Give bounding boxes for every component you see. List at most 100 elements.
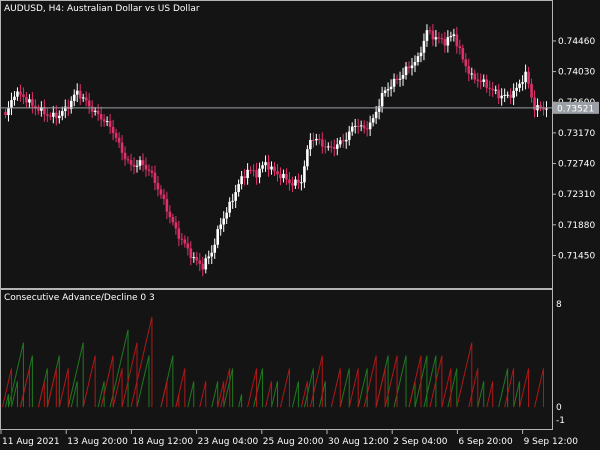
candle-body xyxy=(297,179,300,183)
candle-body xyxy=(404,66,408,75)
candle-body xyxy=(428,30,432,32)
candle-body xyxy=(207,256,211,259)
candle-body xyxy=(386,88,390,91)
candle-body xyxy=(324,146,327,148)
candle-body xyxy=(270,166,273,170)
candle-body xyxy=(22,94,25,97)
candle-body xyxy=(4,112,7,116)
indicator-tick-label: -1 xyxy=(556,416,565,426)
candle-body xyxy=(141,160,145,165)
candle-body xyxy=(216,229,220,245)
candle-body xyxy=(243,176,246,179)
candle-body xyxy=(476,79,480,81)
time-tick-label: 18 Aug 12:00 xyxy=(132,437,193,447)
candle-body xyxy=(341,140,345,142)
candle-body xyxy=(410,65,414,69)
candle-body xyxy=(28,99,31,103)
candle-body xyxy=(374,111,378,119)
candle-body xyxy=(186,243,190,249)
price-tick-label: 0.72740 xyxy=(558,160,595,170)
candle-body xyxy=(135,165,139,167)
candle-body xyxy=(153,172,157,183)
candle-body xyxy=(440,38,444,40)
candle-body xyxy=(231,200,234,202)
candle-body xyxy=(117,137,121,143)
price-tick-label: 0.71880 xyxy=(558,221,595,231)
candle-body xyxy=(114,133,118,138)
candle-body xyxy=(13,96,16,101)
candle-body xyxy=(288,179,291,184)
candle-body xyxy=(434,37,438,40)
candle-body xyxy=(458,46,462,48)
candle-body xyxy=(464,59,468,67)
candle-body xyxy=(222,218,225,225)
candle-body xyxy=(524,71,527,83)
candle-body xyxy=(276,171,279,175)
candle-body xyxy=(446,37,450,46)
candle-body xyxy=(482,79,486,82)
candle-body xyxy=(545,108,548,110)
candle-body xyxy=(347,131,351,140)
candle-body xyxy=(515,87,518,91)
candle-body xyxy=(401,74,405,79)
candle-body xyxy=(518,83,521,88)
candle-body xyxy=(25,96,28,103)
candle-body xyxy=(210,252,214,257)
candle-body xyxy=(512,90,515,98)
candle-body xyxy=(455,34,459,47)
candle-body xyxy=(527,71,530,84)
candle-body xyxy=(431,30,435,40)
candle-body xyxy=(60,111,64,116)
time-tick-label: 2 Sep 04:00 xyxy=(393,437,448,447)
candle-body xyxy=(144,164,148,170)
candle-body xyxy=(383,90,387,94)
candle-body xyxy=(416,56,420,63)
candle-body xyxy=(240,176,243,185)
time-tick-label: 30 Aug 12:00 xyxy=(328,437,389,447)
candle-body xyxy=(195,257,199,261)
current-price-label: 0.73521 xyxy=(557,104,594,114)
candle-body xyxy=(306,149,309,167)
candle-body xyxy=(315,138,318,141)
candle-body xyxy=(377,106,381,112)
candle-body xyxy=(356,125,360,127)
candle-body xyxy=(129,160,133,165)
candle-body xyxy=(425,30,429,41)
candle-body xyxy=(237,184,240,193)
candle-body xyxy=(539,105,542,108)
indicator-tick-label: 8 xyxy=(556,300,562,310)
candle-body xyxy=(530,83,533,98)
candle-body xyxy=(395,78,399,80)
candle-body xyxy=(332,146,336,149)
candle-body xyxy=(84,97,88,101)
price-tick-label: 0.73170 xyxy=(558,129,595,139)
candle-body xyxy=(318,138,321,140)
candle-body xyxy=(329,146,333,148)
candle-body xyxy=(174,222,178,229)
candle-body xyxy=(419,52,423,57)
candle-body xyxy=(506,94,509,96)
candle-body xyxy=(31,99,34,107)
candle-body xyxy=(452,34,456,37)
candle-body xyxy=(359,125,363,127)
price-tick-label: 0.74460 xyxy=(558,37,595,47)
candle-body xyxy=(159,189,163,195)
candle-body xyxy=(16,91,19,97)
candle-body xyxy=(255,170,258,178)
candle-body xyxy=(353,125,357,127)
candle-body xyxy=(350,126,354,132)
candle-body xyxy=(90,106,94,112)
candle-body xyxy=(252,170,255,172)
candle-body xyxy=(99,114,103,120)
candle-body xyxy=(204,258,208,270)
candle-body xyxy=(192,257,196,259)
candle-body xyxy=(198,260,202,264)
candle-body xyxy=(52,112,55,117)
candle-body xyxy=(177,228,181,239)
candle-body xyxy=(494,89,497,91)
candle-body xyxy=(267,162,270,170)
price-tick-label: 0.74030 xyxy=(558,68,595,78)
time-tick-label: 23 Aug 04:00 xyxy=(198,437,259,447)
candle-body xyxy=(473,73,477,80)
candle-body xyxy=(87,100,91,107)
